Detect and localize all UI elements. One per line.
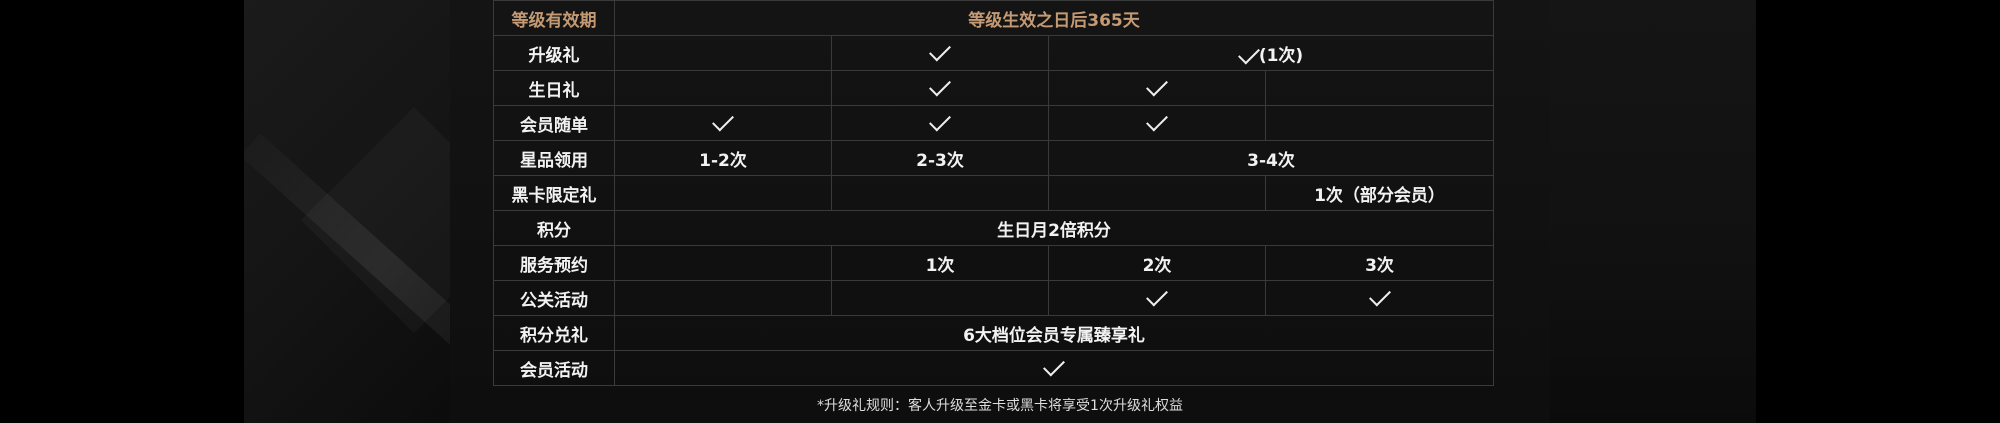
check-icon (712, 109, 734, 132)
cell-points-value: 生日月2倍积分 (614, 210, 1494, 246)
cell-black-card-value: 1次（部分会员） (1265, 175, 1494, 211)
check-icon (1146, 74, 1168, 97)
check-icon (1237, 42, 1260, 64)
cell-pr-event-check (1048, 280, 1266, 316)
cell-upgrade-check-once: (1次) (1048, 35, 1494, 71)
cell-member-gift-check (1048, 105, 1266, 141)
cell-empty (1265, 70, 1494, 106)
cell-star-product-tier2: 2-3次 (831, 140, 1049, 176)
row-label-birthday: 生日礼 (493, 70, 615, 106)
benefits-table: 等级有效期 等级生效之日后365天 升级礼 (1次) 生日礼 会员随单 星品领用… (493, 0, 1494, 386)
row-label-upgrade: 升级礼 (493, 35, 615, 71)
row-label-member-gift: 会员随单 (493, 105, 615, 141)
check-icon (1368, 284, 1391, 307)
cell-member-gift-check (614, 105, 832, 141)
cell-empty (614, 280, 832, 316)
cell-service-tier2: 1次 (831, 245, 1049, 281)
cell-birthday-check (831, 70, 1049, 106)
table-row-member-event: 会员活动 (493, 350, 1494, 386)
table-row-validity: 等级有效期 等级生效之日后365天 (493, 0, 1494, 36)
row-label-black-card: 黑卡限定礼 (493, 175, 615, 211)
row-label-star-product: 星品领用 (493, 140, 615, 176)
check-icon (1146, 284, 1168, 307)
table-row-birthday: 生日礼 (493, 70, 1494, 106)
cell-star-product-tier3: 3-4次 (1048, 140, 1494, 176)
cell-empty (1265, 105, 1494, 141)
table-row-pr-event: 公关活动 (493, 280, 1494, 316)
cell-birthday-check (1048, 70, 1266, 106)
cell-empty (1048, 175, 1266, 211)
row-label-redeem: 积分兑礼 (493, 315, 615, 351)
check-icon (929, 109, 951, 132)
cell-redeem-value: 6大档位会员专属臻享礼 (614, 315, 1494, 351)
table-row-redeem: 积分兑礼 6大档位会员专属臻享礼 (493, 315, 1494, 351)
cell-empty (614, 175, 832, 211)
cell-pr-event-check (1265, 280, 1494, 316)
row-label-member-event: 会员活动 (493, 350, 615, 386)
table-row-star-product: 星品领用 1-2次 2-3次 3-4次 (493, 140, 1494, 176)
cell-service-tier3: 2次 (1048, 245, 1266, 281)
table-row-service: 服务预约 1次 2次 3次 (493, 245, 1494, 281)
row-label-pr-event: 公关活动 (493, 280, 615, 316)
cell-member-event-check (614, 350, 1494, 386)
table-row-member-gift: 会员随单 (493, 105, 1494, 141)
left-decor-panel (244, 0, 450, 423)
table-row-black-card: 黑卡限定礼 1次（部分会员） (493, 175, 1494, 211)
cell-upgrade-check (831, 35, 1049, 71)
cell-service-tier4: 3次 (1265, 245, 1494, 281)
validity-value: 等级生效之日后365天 (614, 0, 1494, 36)
cell-empty (614, 70, 832, 106)
table-row-points: 积分 生日月2倍积分 (493, 210, 1494, 246)
row-label-points: 积分 (493, 210, 615, 246)
check-icon (1043, 354, 1065, 377)
cell-empty (831, 280, 1049, 316)
cell-member-gift-check (831, 105, 1049, 141)
upgrade-note: (1次) (1258, 45, 1304, 66)
row-label-service: 服务预约 (493, 245, 615, 281)
check-icon (929, 74, 951, 97)
row-label-validity: 等级有效期 (493, 0, 615, 36)
footnote: *升级礼规则：客人升级至金卡或黑卡将享受1次升级礼权益 (817, 398, 1183, 414)
cell-empty (614, 245, 832, 281)
cell-empty (831, 175, 1049, 211)
right-decor-panel (1550, 0, 1756, 423)
check-icon (1146, 109, 1168, 132)
cell-star-product-tier1: 1-2次 (614, 140, 832, 176)
table-row-upgrade: 升级礼 (1次) (493, 35, 1494, 71)
cell-empty (614, 35, 832, 71)
check-icon (929, 39, 951, 62)
